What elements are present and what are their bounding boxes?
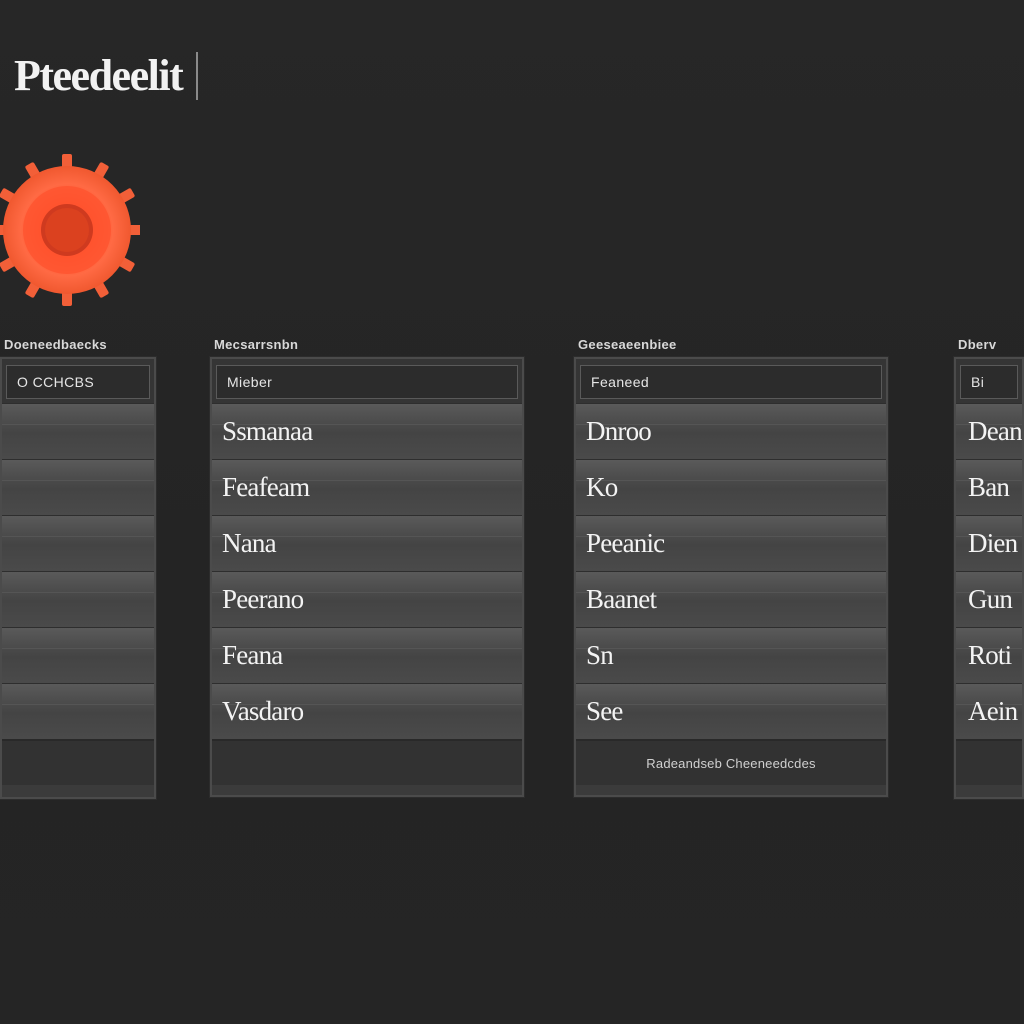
panel-toolbar xyxy=(576,359,886,403)
item-list: Dnroo Ko Peeanic Baanet Sn See xyxy=(576,403,886,739)
list-item-label: Peerano xyxy=(222,584,304,614)
footer-link[interactable]: Radeandseb Cheeneedcdes xyxy=(646,756,815,771)
column-header: Geeseaeenbiee xyxy=(578,337,677,352)
list-item-label: Dien xyxy=(968,528,1018,558)
gear-icon[interactable] xyxy=(0,154,143,306)
list-item-label: Sn xyxy=(586,640,614,670)
list-item[interactable]: Nana xyxy=(212,515,522,571)
list-panel: Ssmanaa Feafeam Nana Peerano Feana Vasda… xyxy=(210,357,524,797)
list-item-label: Gun xyxy=(968,584,1013,614)
list-item[interactable] xyxy=(2,459,154,515)
list-item[interactable]: Dien xyxy=(956,515,1022,571)
panel-footer xyxy=(956,739,1022,785)
item-list xyxy=(2,403,154,739)
list-item-label: Nana xyxy=(222,528,277,558)
list-item[interactable]: Peeanic xyxy=(576,515,886,571)
panel-toolbar xyxy=(2,359,154,403)
list-item-label: Aein xyxy=(968,696,1018,726)
list-item-label: See xyxy=(586,696,623,726)
column-header: Dberv xyxy=(958,337,997,352)
list-item-label: Ssmanaa xyxy=(222,416,313,446)
column-4: Dberv Dean Ban Dien Gun Roti Aein xyxy=(954,336,1024,799)
list-item[interactable] xyxy=(2,571,154,627)
column-header: Doeneedbaecks xyxy=(4,337,107,352)
list-item[interactable] xyxy=(2,515,154,571)
list-item[interactable]: Dnroo xyxy=(576,403,886,459)
list-item-label: Vasdaro xyxy=(222,696,304,726)
app-window: Pteedeelit Doeneedbaecks O CCHCBS Mecsar… xyxy=(0,0,1024,1024)
list-item[interactable]: Roti xyxy=(956,627,1022,683)
list-item-label: Feana xyxy=(222,640,283,670)
panel-footer: Radeandseb Cheeneedcdes xyxy=(576,739,886,785)
list-item-label: Ban xyxy=(968,472,1010,502)
list-item-label: Dean xyxy=(968,416,1022,446)
list-panel: Dean Ban Dien Gun Roti Aein xyxy=(954,357,1024,799)
panel-footer xyxy=(2,739,154,785)
list-item-label: Feafeam xyxy=(222,472,310,502)
panel-toolbar xyxy=(212,359,522,403)
list-item[interactable]: See xyxy=(576,683,886,739)
list-item-label: Baanet xyxy=(586,584,657,614)
list-item[interactable]: Feafeam xyxy=(212,459,522,515)
list-panel xyxy=(0,357,156,799)
list-item[interactable]: Vasdaro xyxy=(212,683,522,739)
list-item-label: Roti xyxy=(968,640,1012,670)
panel-toolbar xyxy=(956,359,1022,403)
list-item[interactable]: Aein xyxy=(956,683,1022,739)
app-title: Pteedeelit xyxy=(14,52,199,100)
column-3: Geeseaeenbiee Dnroo Ko Peeanic Baanet Sn… xyxy=(574,336,888,797)
list-item-label: Dnroo xyxy=(586,416,652,446)
list-item[interactable] xyxy=(2,627,154,683)
list-item[interactable]: Feana xyxy=(212,627,522,683)
search-input[interactable] xyxy=(580,365,882,399)
list-item-label: Ko xyxy=(586,472,618,502)
list-item[interactable]: Gun xyxy=(956,571,1022,627)
search-input[interactable] xyxy=(6,365,150,399)
list-item[interactable]: Ko xyxy=(576,459,886,515)
search-input[interactable] xyxy=(216,365,518,399)
list-panel: Dnroo Ko Peeanic Baanet Sn See Radeandse… xyxy=(574,357,888,797)
list-item[interactable] xyxy=(2,403,154,459)
list-item[interactable]: Ban xyxy=(956,459,1022,515)
list-item[interactable]: Baanet xyxy=(576,571,886,627)
list-item[interactable] xyxy=(2,683,154,739)
item-list: Ssmanaa Feafeam Nana Peerano Feana Vasda… xyxy=(212,403,522,739)
list-item[interactable]: Ssmanaa xyxy=(212,403,522,459)
list-item-label: Peeanic xyxy=(586,528,665,558)
item-list: Dean Ban Dien Gun Roti Aein xyxy=(956,403,1022,739)
search-input[interactable] xyxy=(960,365,1018,399)
column-header: Mecsarrsnbn xyxy=(214,337,299,352)
list-item[interactable]: Sn xyxy=(576,627,886,683)
column-1: Doeneedbaecks xyxy=(0,336,156,799)
panel-footer xyxy=(212,739,522,785)
list-item[interactable]: Dean xyxy=(956,403,1022,459)
column-2: Mecsarrsnbn Ssmanaa Feafeam Nana Peerano… xyxy=(210,336,524,797)
list-item[interactable]: Peerano xyxy=(212,571,522,627)
